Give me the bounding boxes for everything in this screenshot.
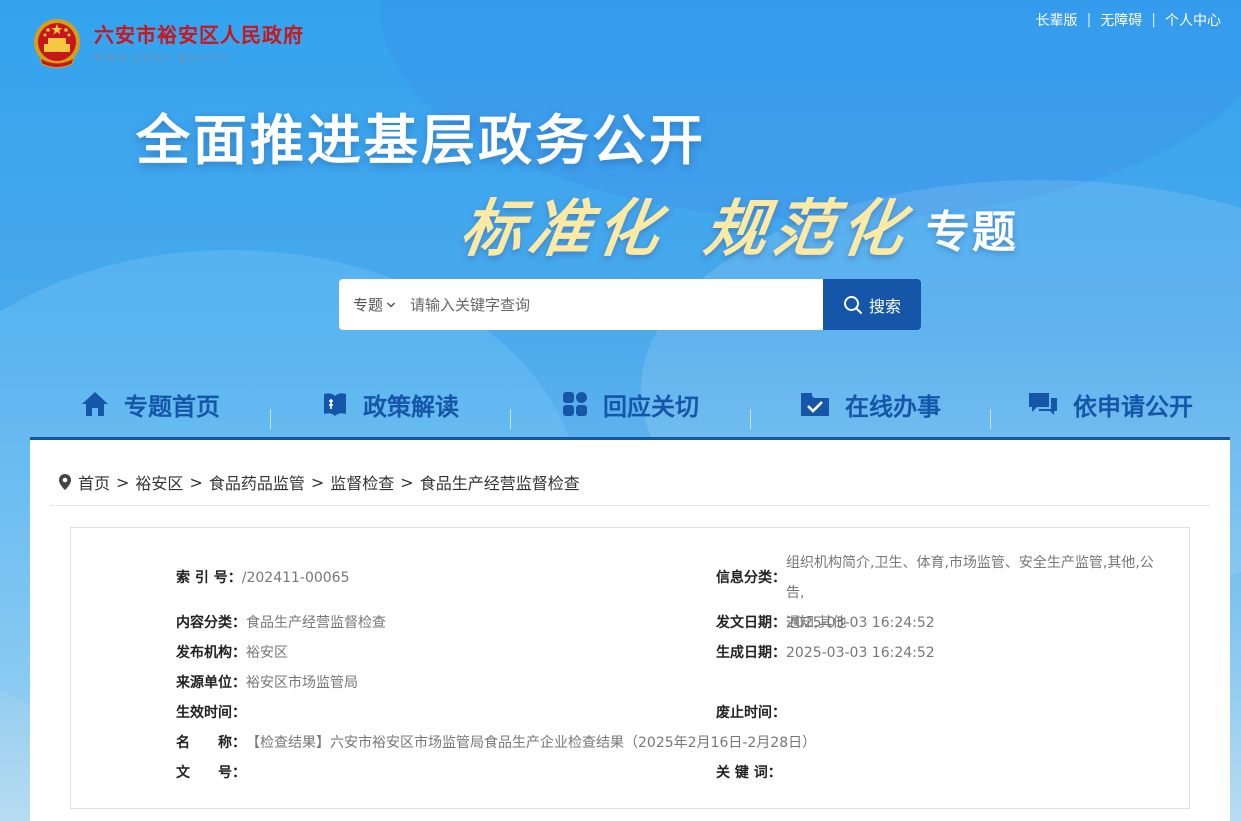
search-scope-label: 专题 [353,296,384,314]
search-bar: 专题 搜索 [339,279,921,330]
breadcrumb-separator: > [400,472,414,492]
breadcrumb-separator: > [189,472,203,492]
field-label: 关 键 词： [716,765,782,781]
search-button[interactable]: 搜索 [823,279,921,330]
national-emblem-icon [30,16,84,70]
content-panel: 首页 > 裕安区 > 食品药品监管 > 监督检查 > 食品生产经营监督检查 索 … [30,440,1230,821]
field-expiry-time: 废止时间： [716,698,786,728]
field-label: 发布机构： [176,645,246,661]
banner-suffix: 专题 [926,207,1019,258]
breadcrumb-item[interactable]: 监督检查 [330,470,394,494]
banner-headline: 全面推进基层政务公开 [136,109,706,172]
nav-item-label: 政策解读 [363,392,459,421]
nav-item-online-service[interactable]: 在线办事 [750,387,990,429]
breadcrumb-item[interactable]: 裕安区 [135,470,183,494]
search-box: 专题 [339,279,823,330]
field-publisher: 发布机构： 裕安区 [176,638,288,668]
breadcrumb-item[interactable]: 食品药品监管 [209,470,305,494]
field-source: 来源单位： 裕安区市场监管局 [176,668,358,698]
field-value: 2025-03-03 16:24:52 [786,645,935,661]
field-index-no: 索 引 号： /202411-00065 [176,563,350,593]
field-value: 2025-03-03 16:24:52 [786,615,935,631]
field-value-line: 组织机构简介,卫生、体育,市场监管、安全生产监管,其他,公告, [786,555,1154,601]
nav-item-label: 在线办事 [845,392,941,421]
location-pin-icon [59,474,71,490]
field-value: 【检查结果】六安市裕安区市场监管局食品生产企业检查结果（2025年2月16日-2… [246,735,817,751]
page: 六安市裕安区人民政府 www.yuan.gov.cn 长辈版 | 无障碍 | 个… [0,0,1241,821]
divider [50,505,1210,506]
nav-item-label: 专题首页 [124,392,220,421]
search-scope-dropdown[interactable]: 专题 [339,294,404,315]
search-button-label: 搜索 [868,296,901,316]
accessibility-link[interactable]: 无障碍 [1100,10,1142,30]
top-links: 长辈版 | 无障碍 | 个人中心 [1036,10,1221,30]
field-name: 名 称： 【检查结果】六安市裕安区市场监管局食品生产企业检查结果（2025年2月… [176,728,816,758]
site-logo[interactable]: 六安市裕安区人民政府 www.yuan.gov.cn [30,16,304,70]
field-label: 索 引 号： [176,570,242,586]
document-info-box: 索 引 号： /202411-00065 信息分类： 组织机构简介,卫生、体育,… [70,527,1190,809]
banner-calligraphy-standardization: 标准化 [456,192,671,265]
banner-calligraphy-normalization: 规范化 [700,192,915,265]
field-label: 生成日期： [716,645,786,661]
nav-item-response[interactable]: 回应关切 [510,387,750,429]
main-nav: 专题首页 政策解读 回应关切 在线办事 依申请公开 [30,372,1230,436]
home-icon [82,392,108,416]
personal-center-link[interactable]: 个人中心 [1165,10,1221,30]
field-value: 食品生产经营监督检查 [246,615,386,631]
link-separator: | [1151,12,1156,28]
field-label: 废止时间： [716,705,786,721]
book-icon [324,393,346,416]
breadcrumb: 首页 > 裕安区 > 食品药品监管 > 监督检查 > 食品生产经营监督检查 [58,470,580,494]
search-input[interactable] [404,283,823,326]
field-value: 裕安区市场监管局 [246,675,358,691]
chat-icon [1029,393,1057,415]
nav-item-apply-disclosure[interactable]: 依申请公开 [990,387,1230,429]
link-separator: | [1086,12,1092,28]
field-label: 名 称： [176,735,246,751]
site-title: 六安市裕安区人民政府 [94,23,304,47]
field-issue-date: 发文日期： 2025-03-03 16:24:52 [716,608,935,638]
field-keywords: 关 键 词： [716,758,782,788]
breadcrumb-item[interactable]: 首页 [78,470,110,494]
field-label: 文 号： [176,765,246,781]
breadcrumb-item-current[interactable]: 食品生产经营监督检查 [420,470,580,494]
field-content-type: 内容分类： 食品生产经营监督检查 [176,608,386,638]
nav-item-home[interactable]: 专题首页 [30,387,270,422]
field-value: 裕安区 [246,645,288,661]
field-effective-time: 生效时间： [176,698,246,728]
nav-item-label: 依申请公开 [1073,392,1193,421]
field-generated-date: 生成日期： 2025-03-03 16:24:52 [716,638,935,668]
field-value: /202411-00065 [241,570,350,586]
field-doc-no: 文 号： [176,758,246,788]
site-url: www.yuan.gov.cn [94,50,229,64]
nav-item-policy[interactable]: 政策解读 [270,387,510,429]
field-label: 生效时间： [176,705,246,721]
banner-subline: 标准化 规范化 专题 [456,178,1019,268]
grid-icon [563,392,587,416]
elder-mode-link[interactable]: 长辈版 [1036,10,1078,30]
folder-check-icon [801,393,829,416]
search-icon [843,295,862,314]
breadcrumb-separator: > [310,472,325,492]
chevron-down-icon [386,301,396,308]
nav-item-label: 回应关切 [603,392,699,421]
field-label: 来源单位： [176,675,246,691]
field-label: 发文日期： [716,615,786,631]
breadcrumb-separator: > [116,472,130,492]
field-label: 内容分类： [176,615,246,631]
